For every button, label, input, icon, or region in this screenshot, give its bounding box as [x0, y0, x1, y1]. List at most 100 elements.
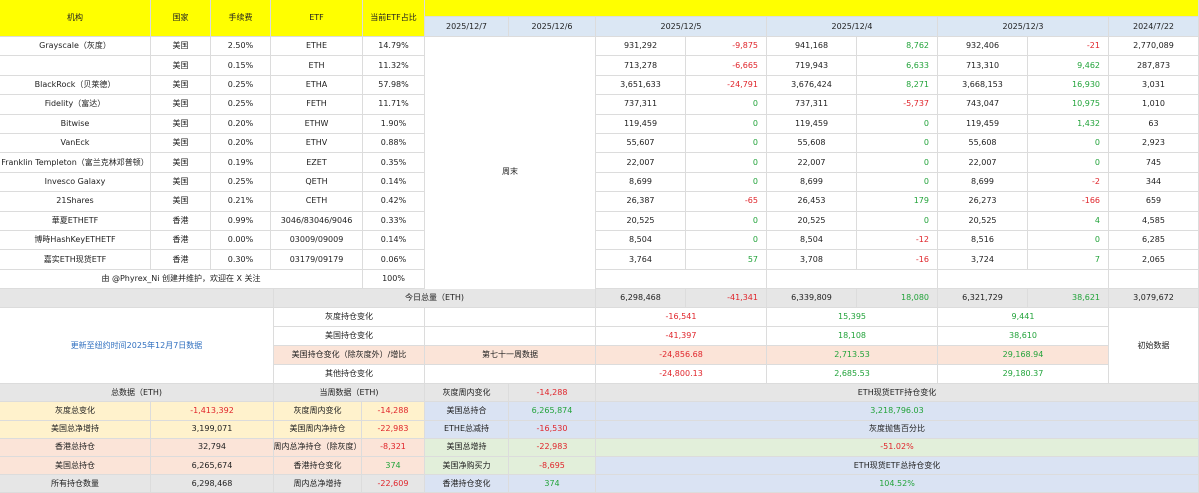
row-country[interactable]: 美国 [151, 114, 211, 134]
row-fee[interactable]: 0.15% [211, 56, 271, 76]
row-share[interactable]: 0.06% [363, 250, 425, 270]
row-share[interactable]: 0.14% [363, 231, 425, 251]
row-change-c3[interactable]: 7 [1028, 250, 1109, 270]
summary-far-value[interactable]: 104.52% [596, 475, 1199, 493]
row-initial[interactable]: 3,031 [1109, 75, 1199, 96]
row-country[interactable]: 美国 [151, 192, 211, 212]
row-change-c4[interactable]: 0 [857, 114, 938, 134]
change-v4[interactable]: 2,685.53 [767, 365, 938, 385]
row-change-c4[interactable]: 0 [857, 153, 938, 173]
row-country[interactable]: 香港 [151, 250, 211, 270]
total-d3[interactable]: 6,321,729 [938, 289, 1028, 309]
row-change-c4[interactable]: -12 [857, 231, 938, 251]
row-fee[interactable]: 2.50% [211, 37, 271, 57]
row-change-c3[interactable]: 1,432 [1028, 114, 1109, 134]
row-holding-d4[interactable]: 719,943 [767, 56, 857, 76]
summary-far-value[interactable]: 3,218,796.03 [596, 402, 1199, 421]
row-change-c4[interactable]: 0 [857, 211, 938, 231]
row-change-c4[interactable]: -16 [857, 250, 938, 270]
row-etf[interactable]: 03179/09179 [271, 250, 363, 270]
summary-right-key[interactable]: 美国总持合 [425, 402, 509, 421]
row-change-c3[interactable]: -21 [1028, 37, 1109, 57]
row-change-c4[interactable]: 0 [857, 134, 938, 154]
summary-left-value[interactable]: -1,413,392 [151, 402, 274, 421]
row-fee[interactable]: 0.25% [211, 172, 271, 193]
change-v4[interactable]: 18,108 [767, 327, 938, 347]
row-name[interactable]: 博時HashKeyETHETF [0, 231, 151, 251]
row-country[interactable]: 美国 [151, 172, 211, 193]
summary-mid-key[interactable]: 周内总净增持 [274, 475, 362, 493]
row-name[interactable]: 21Shares [0, 192, 151, 212]
row-name[interactable]: Fidelity（富达） [0, 95, 151, 115]
summary-far-label[interactable]: 灰度抛售百分比 [596, 420, 1199, 439]
row-holding-d5[interactable]: 931,292 [596, 37, 686, 57]
row-etf[interactable]: EZET [271, 153, 363, 173]
total-initial[interactable]: 3,079,672 [1109, 289, 1199, 309]
row-initial[interactable]: 287,873 [1109, 56, 1199, 76]
row-country[interactable]: 香港 [151, 231, 211, 251]
row-change-c5[interactable]: 0 [686, 211, 767, 231]
summary-right-value[interactable]: -8,695 [509, 457, 596, 476]
row-holding-d3[interactable]: 3,724 [938, 250, 1028, 270]
row-change-c5[interactable]: -6,665 [686, 56, 767, 76]
row-fee[interactable]: 0.25% [211, 95, 271, 115]
change-v3[interactable]: 29,180.37 [938, 365, 1109, 385]
row-change-c3[interactable]: 0 [1028, 231, 1109, 251]
row-holding-d3[interactable]: 119,459 [938, 114, 1028, 134]
row-country[interactable]: 美国 [151, 134, 211, 154]
summary-left-value[interactable]: 32,794 [151, 438, 274, 457]
row-change-c4[interactable]: 8,271 [857, 75, 938, 96]
row-name[interactable]: Franklin Templeton（富兰克林邓普顿） [0, 153, 151, 173]
row-holding-d4[interactable]: 941,168 [767, 37, 857, 57]
row-name[interactable] [0, 56, 151, 76]
summary-mid-value[interactable]: -14,288 [362, 402, 425, 421]
summary-left-key[interactable]: 香港总持仓 [0, 438, 151, 457]
header-institution[interactable]: 机构 [0, 0, 151, 37]
row-holding-d4[interactable]: 3,676,424 [767, 75, 857, 96]
row-holding-d4[interactable]: 737,311 [767, 95, 857, 115]
row-initial[interactable]: 745 [1109, 153, 1199, 173]
change-label[interactable]: 美国持仓变化（除灰度外）/增比 [274, 346, 425, 366]
row-holding-d3[interactable]: 22,007 [938, 153, 1028, 173]
row-etf[interactable]: ETH [271, 56, 363, 76]
change-v5[interactable]: -24,800.13 [596, 365, 767, 385]
row-change-c5[interactable]: 57 [686, 250, 767, 270]
row-fee[interactable]: 0.30% [211, 250, 271, 270]
row-change-c5[interactable]: -24,791 [686, 75, 767, 96]
row-change-c3[interactable]: 9,462 [1028, 56, 1109, 76]
row-holding-d3[interactable]: 713,310 [938, 56, 1028, 76]
summary-right-value[interactable]: -14,288 [509, 384, 596, 403]
row-fee[interactable]: 0.20% [211, 134, 271, 154]
header-date-0[interactable]: 2025/12/7 [425, 17, 509, 37]
change-v4[interactable]: 2,713.53 [767, 346, 938, 366]
row-holding-d5[interactable]: 8,699 [596, 172, 686, 193]
row-share[interactable]: 0.14% [363, 172, 425, 193]
row-holding-d4[interactable]: 8,699 [767, 172, 857, 193]
row-country[interactable]: 美国 [151, 153, 211, 173]
weekend-merged[interactable]: 周末 [425, 37, 596, 309]
row-holding-d5[interactable]: 22,007 [596, 153, 686, 173]
row-etf[interactable]: CETH [271, 192, 363, 212]
row-name[interactable]: Bitwise [0, 114, 151, 134]
credit-blank[interactable] [1109, 269, 1199, 290]
summary-right-key[interactable]: 美国净购买力 [425, 457, 509, 476]
row-share[interactable]: 1.90% [363, 114, 425, 134]
summary-mid-key[interactable]: 香港持仓变化 [274, 457, 362, 476]
summary-right-key[interactable]: 美国总增持 [425, 438, 509, 457]
row-etf[interactable]: ETHV [271, 134, 363, 154]
row-holding-d4[interactable]: 8,504 [767, 231, 857, 251]
row-country[interactable]: 美国 [151, 95, 211, 115]
row-holding-d5[interactable]: 20,525 [596, 211, 686, 231]
row-holding-d4[interactable]: 26,453 [767, 192, 857, 212]
row-etf[interactable]: ETHE [271, 37, 363, 57]
change-blank[interactable] [425, 365, 596, 385]
row-holding-d3[interactable]: 55,608 [938, 134, 1028, 154]
row-share[interactable]: 57.98% [363, 75, 425, 96]
row-initial[interactable]: 659 [1109, 192, 1199, 212]
row-holding-d4[interactable]: 55,608 [767, 134, 857, 154]
row-holding-d3[interactable]: 26,273 [938, 192, 1028, 212]
change-v3[interactable]: 29,168.94 [938, 346, 1109, 366]
row-initial[interactable]: 6,285 [1109, 231, 1199, 251]
updated-note[interactable]: 更新至纽约时间2025年12月7日数据 [0, 308, 274, 385]
row-holding-d3[interactable]: 3,668,153 [938, 75, 1028, 96]
